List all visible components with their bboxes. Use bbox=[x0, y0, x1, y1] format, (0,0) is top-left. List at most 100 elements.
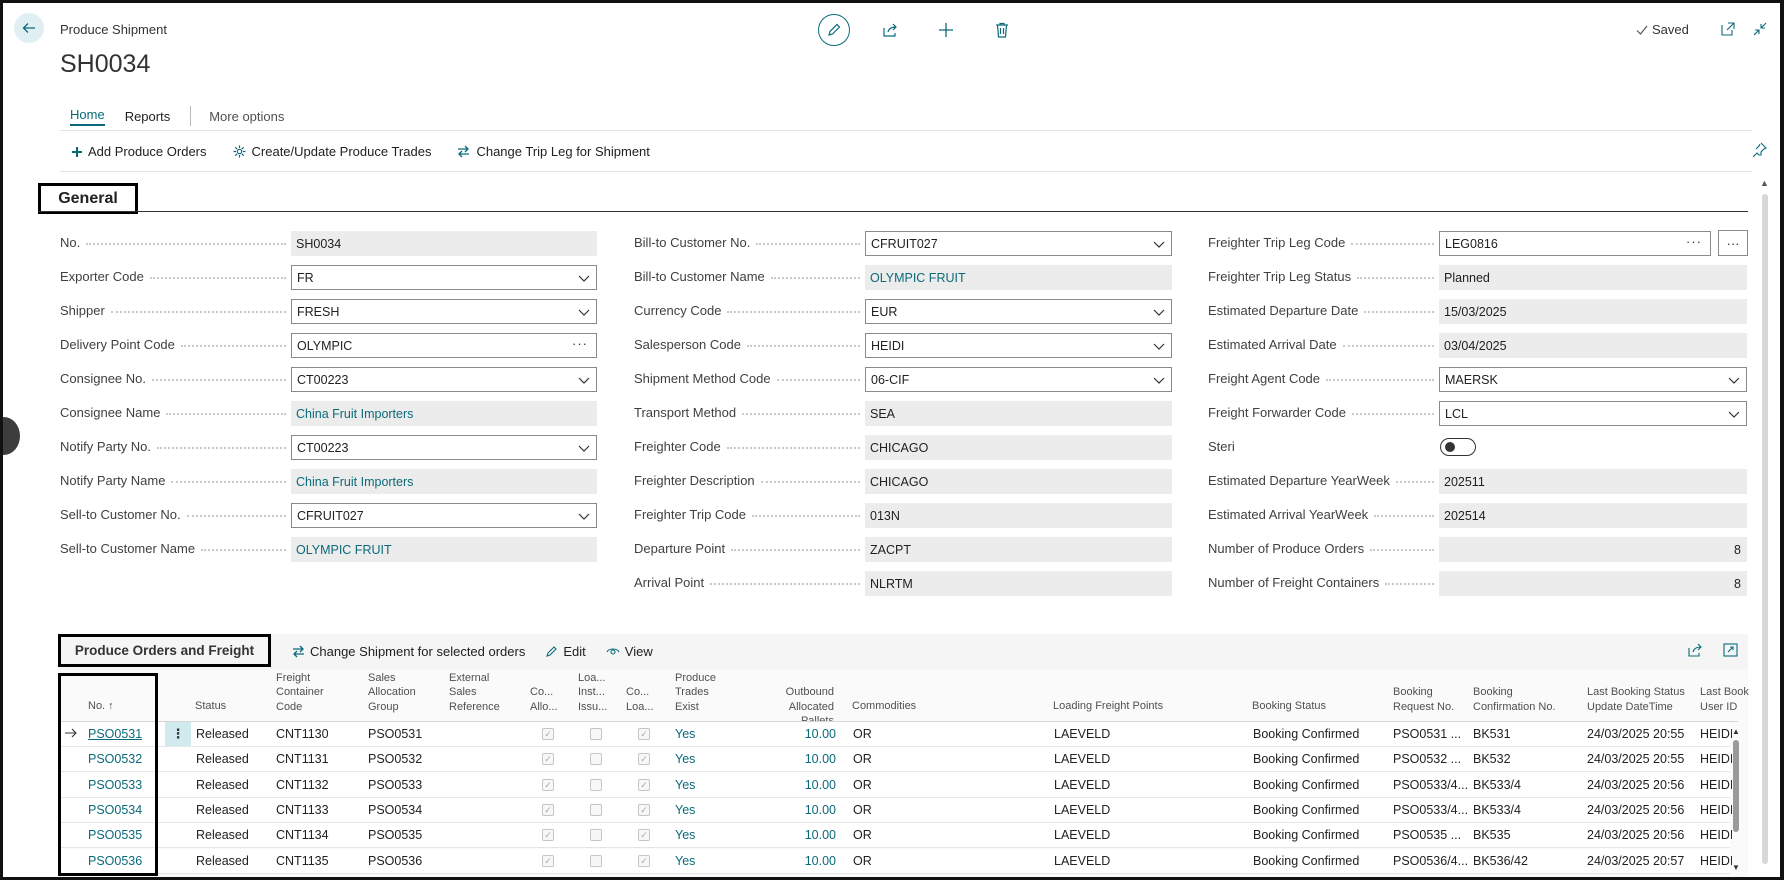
change-shipment-button[interactable]: Change Shipment for selected orders bbox=[292, 644, 525, 659]
col-header-line: Booking bbox=[1393, 686, 1433, 698]
create-update-trades-button[interactable]: Create/Update Produce Trades bbox=[233, 144, 431, 159]
col-c1-header[interactable]: Co... Allo... bbox=[530, 685, 558, 714]
col-last-user-header[interactable]: Last Book User ID bbox=[1700, 685, 1749, 714]
chevron-down-icon[interactable] bbox=[578, 442, 590, 454]
page-scrollbar[interactable] bbox=[1762, 194, 1768, 864]
loading-point-cell: LAEVELD bbox=[1054, 777, 1111, 792]
open-new-window-button[interactable] bbox=[1718, 19, 1738, 39]
chevron-down-icon[interactable] bbox=[1728, 408, 1740, 420]
change-shipment-label: Change Shipment for selected orders bbox=[310, 644, 526, 659]
col-booking-status-label: Booking Status bbox=[1252, 700, 1326, 712]
col-status-header[interactable]: Status bbox=[195, 699, 226, 714]
field-value[interactable]: EUR bbox=[865, 299, 1172, 324]
chevron-down-icon[interactable] bbox=[578, 510, 590, 522]
col-container-header[interactable]: Freight Container Code bbox=[276, 671, 324, 715]
col-booking-req-header[interactable]: Booking Request No. bbox=[1393, 685, 1454, 714]
col-loading-header[interactable]: Loading Freight Points bbox=[1053, 699, 1163, 714]
order-no-link[interactable]: PSO0536 bbox=[88, 854, 142, 868]
col-alloc-group-header[interactable]: Sales Allocation Group bbox=[368, 671, 416, 715]
field-label: Number of Produce Orders bbox=[1208, 541, 1365, 556]
field-value[interactable]: FR bbox=[291, 265, 597, 290]
col-commodities-header[interactable]: Commodities bbox=[852, 699, 916, 714]
more-options-button[interactable]: More options bbox=[209, 109, 284, 124]
back-button[interactable] bbox=[14, 13, 44, 43]
produce-orders-header[interactable]: Produce Orders and Freight bbox=[58, 634, 271, 667]
chevron-down-icon[interactable] bbox=[1153, 306, 1165, 318]
col-no-header[interactable]: No. ↑ bbox=[88, 699, 114, 714]
order-no-link[interactable]: PSO0533 bbox=[88, 778, 142, 792]
pin-button[interactable] bbox=[1752, 142, 1767, 160]
col-ext-ref-header[interactable]: External Sales Reference bbox=[449, 671, 500, 715]
field-value[interactable]: LEG0816 ··· bbox=[1439, 231, 1711, 256]
edit-list-button[interactable]: Edit bbox=[545, 644, 586, 659]
field-value[interactable]: CFRUIT027 bbox=[865, 231, 1172, 256]
chevron-down-icon[interactable] bbox=[1153, 340, 1165, 352]
delete-button[interactable] bbox=[986, 14, 1018, 46]
chevron-down-icon[interactable] bbox=[578, 306, 590, 318]
col-trades-header[interactable]: Produce Trades Exist bbox=[675, 671, 716, 715]
booking-request-cell: PSO0533/4... bbox=[1393, 802, 1469, 817]
scroll-up-icon[interactable]: ▲ bbox=[1760, 178, 1769, 188]
expand-part-button[interactable] bbox=[1723, 643, 1738, 660]
row-actions-button[interactable]: ⋮ bbox=[165, 722, 191, 746]
chevron-down-icon[interactable] bbox=[578, 374, 590, 386]
col-c2-header[interactable]: Loa... Inst... Issu... bbox=[578, 671, 607, 715]
field-value[interactable]: OLYMPIC ··· bbox=[291, 333, 597, 358]
view-list-button[interactable]: View bbox=[606, 644, 653, 659]
add-produce-orders-button[interactable]: Add Produce Orders bbox=[72, 144, 207, 159]
label-leader bbox=[1357, 277, 1434, 279]
container-cell: CNT1133 bbox=[276, 802, 329, 817]
order-no-link[interactable]: PSO0535 bbox=[88, 828, 142, 842]
collapse-button[interactable] bbox=[1750, 19, 1770, 39]
chevron-down-icon[interactable] bbox=[1728, 374, 1740, 386]
new-button[interactable] bbox=[930, 14, 962, 46]
steri-toggle[interactable] bbox=[1440, 438, 1476, 456]
order-no-link[interactable]: PSO0531 bbox=[88, 727, 142, 741]
field-value-text: NLRTM bbox=[870, 576, 913, 591]
col-booking-conf-header[interactable]: Booking Confirmation No. bbox=[1473, 685, 1556, 714]
col-last-update-header[interactable]: Last Booking Status Update DateTime bbox=[1587, 685, 1685, 714]
field-value[interactable]: MAERSK bbox=[1439, 367, 1747, 392]
table-row[interactable]: PSO0534 Released CNT1133 PSO0534 Yes 10.00 OR L… bbox=[58, 797, 1732, 823]
side-handle[interactable] bbox=[0, 417, 20, 455]
share-button[interactable] bbox=[1688, 643, 1703, 660]
table-row[interactable]: PSO0536 Released CNT1135 PSO0536 Yes 10.00 OR L… bbox=[58, 848, 1732, 874]
order-no-link[interactable]: PSO0532 bbox=[88, 752, 142, 766]
grid-scroll-up-icon[interactable]: ▲ bbox=[1732, 727, 1740, 736]
field-value[interactable]: HEIDI bbox=[865, 333, 1172, 358]
row-checkbox: ✓ bbox=[542, 753, 554, 766]
table-row[interactable]: PSO0533 Released CNT1132 PSO0533 Yes 10.00 OR L… bbox=[58, 772, 1732, 798]
field-value[interactable]: CT00223 bbox=[291, 367, 597, 392]
grid-scrollbar[interactable] bbox=[1733, 740, 1739, 832]
field-value[interactable]: LCL bbox=[1439, 401, 1747, 426]
table-row[interactable]: PSO0535 Released CNT1134 PSO0535 Yes 10.00 OR L… bbox=[58, 823, 1732, 849]
chevron-down-icon[interactable] bbox=[1153, 374, 1165, 386]
last-update-cell: 24/03/2025 20:56 bbox=[1587, 802, 1685, 817]
field-value: SH0034 bbox=[291, 231, 597, 256]
field-value-text: 03/04/2025 bbox=[1444, 338, 1507, 353]
edit-button[interactable] bbox=[818, 14, 850, 46]
label-leader bbox=[731, 549, 860, 551]
ellipsis-icon[interactable]: ··· bbox=[1686, 234, 1702, 249]
table-row[interactable]: ⋮ PSO0531 Released CNT1130 PSO0531 Yes 10.00 OR… bbox=[58, 722, 1732, 747]
field-value[interactable]: CT00223 bbox=[291, 435, 597, 460]
change-trip-leg-button[interactable]: Change Trip Leg for Shipment bbox=[457, 144, 650, 159]
ellipsis-icon[interactable]: ··· bbox=[572, 336, 588, 351]
order-no-link[interactable]: PSO0534 bbox=[88, 803, 142, 817]
general-section-header[interactable]: General bbox=[38, 183, 138, 214]
field-label: Estimated Arrival Date bbox=[1208, 337, 1337, 352]
label-leader bbox=[777, 379, 860, 381]
chevron-down-icon[interactable] bbox=[578, 272, 590, 284]
tab-home[interactable]: Home bbox=[70, 107, 105, 126]
table-row[interactable]: PSO0532 Released CNT1131 PSO0532 Yes 10.00 OR L… bbox=[58, 747, 1732, 773]
col-c3-header[interactable]: Co... Loa... bbox=[626, 685, 654, 714]
field-value[interactable]: 06-CIF bbox=[865, 367, 1172, 392]
trip-leg-assist-button[interactable]: ··· bbox=[1718, 230, 1748, 256]
field-value[interactable]: CFRUIT027 bbox=[291, 503, 597, 528]
tab-reports[interactable]: Reports bbox=[125, 109, 171, 124]
col-booking-status-header[interactable]: Booking Status bbox=[1252, 699, 1326, 714]
chevron-down-icon[interactable] bbox=[1153, 238, 1165, 250]
share-button[interactable] bbox=[874, 14, 906, 46]
field-value[interactable]: FRESH bbox=[291, 299, 597, 324]
grid-scroll-down-icon[interactable]: ▼ bbox=[1732, 863, 1740, 872]
